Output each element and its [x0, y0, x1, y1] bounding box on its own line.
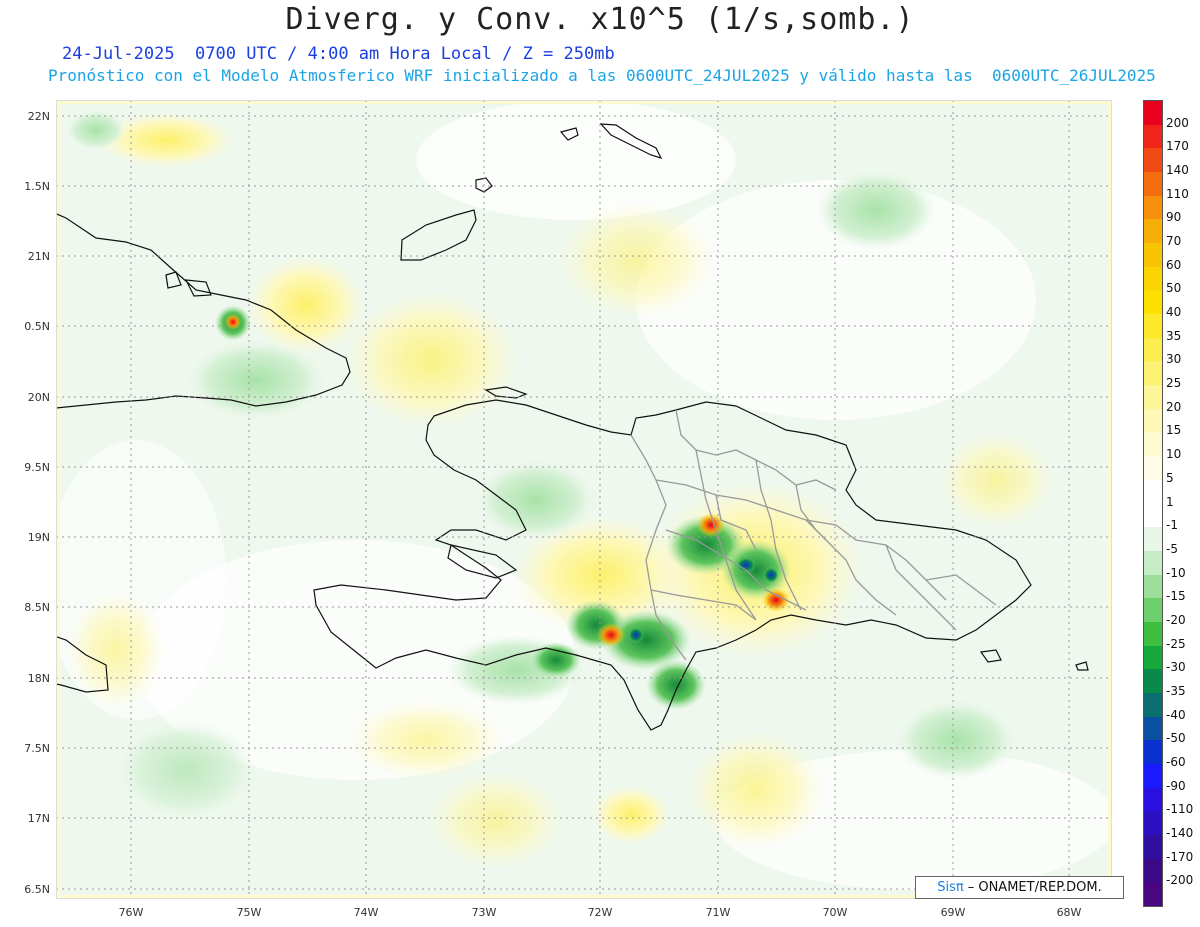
valid-time-subtitle: 24-Jul-2025 0700 UTC / 4:00 am Hora Loca… — [62, 44, 615, 64]
lat-label: 0.5N — [24, 320, 50, 333]
forecast-map — [56, 100, 1112, 899]
colorbar-segment — [1144, 621, 1162, 647]
colorbar-segment — [1144, 172, 1162, 197]
colorbar-label: 15 — [1166, 423, 1182, 438]
colorbar-label: 5 — [1166, 470, 1174, 485]
colorbar-label: -1 — [1166, 518, 1178, 533]
colorbar-segment — [1144, 503, 1162, 528]
credit-box: Sisπ – ONAMET/REP.DOM. — [915, 876, 1124, 899]
colorbar-segment — [1144, 408, 1162, 433]
lat-label: 8.5N — [24, 601, 50, 614]
colorbar-segment — [1144, 787, 1162, 812]
lat-label: 21N — [27, 250, 50, 263]
colorbar-segment — [1144, 337, 1162, 362]
lon-label: 75W — [236, 906, 262, 919]
colorbar-segment — [1144, 598, 1162, 623]
colorbar-segment — [1144, 124, 1162, 149]
lat-label: 19N — [27, 531, 50, 544]
colorbar-segment — [1144, 314, 1162, 339]
colorbar-segment — [1144, 101, 1162, 126]
colorbar-label: -35 — [1166, 683, 1186, 698]
colorbar-label: -30 — [1166, 660, 1186, 675]
colorbar-label: 40 — [1166, 305, 1182, 320]
model-subtitle: Pronóstico con el Modelo Atmosferico WRF… — [48, 66, 1156, 85]
colorbar-label: -5 — [1166, 541, 1178, 556]
lon-label: 72W — [587, 906, 613, 919]
lat-label: 17N — [27, 812, 50, 825]
colorbar-segment — [1144, 266, 1162, 291]
colorbar-segment — [1144, 456, 1162, 481]
colorbar-label: 170 — [1166, 139, 1189, 154]
colorbar-segment — [1144, 882, 1162, 907]
colorbar-label: -15 — [1166, 589, 1186, 604]
colorbar-segment — [1144, 361, 1162, 386]
lat-label: 18N — [27, 672, 50, 685]
colorbar-label: 1 — [1166, 494, 1174, 509]
colorbar-segment — [1144, 290, 1162, 315]
colorbar-segment — [1144, 148, 1162, 173]
colorbar-label: -110 — [1166, 802, 1194, 817]
lat-label: 6.5N — [24, 883, 50, 896]
colorbar-segment — [1144, 195, 1162, 220]
lat-label: 7.5N — [24, 742, 50, 755]
lat-label: 9.5N — [24, 461, 50, 474]
lon-label: 68W — [1056, 906, 1082, 919]
colorbar-segment — [1144, 834, 1162, 860]
lon-label: 70W — [822, 906, 848, 919]
colorbar-segment — [1144, 219, 1162, 244]
colorbar-segment — [1144, 811, 1162, 836]
colorbar-label: 200 — [1166, 115, 1189, 130]
lat-label: 22N — [27, 110, 50, 123]
colorbar-label: 90 — [1166, 210, 1182, 225]
lon-label: 69W — [940, 906, 966, 919]
colorbar-label: -60 — [1166, 754, 1186, 769]
colorbar-label: -170 — [1166, 849, 1194, 864]
colorbar-label: 140 — [1166, 163, 1189, 178]
colorbar-label: 20 — [1166, 399, 1182, 414]
colorbar-label: 25 — [1166, 376, 1182, 391]
colorbar-label: -10 — [1166, 565, 1186, 580]
colorbar-segment — [1144, 645, 1162, 670]
lat-label: 1.5N — [24, 180, 50, 193]
brand-logo-text: Sisπ — [937, 880, 964, 895]
colorbar-label: 30 — [1166, 352, 1182, 367]
lon-label: 74W — [353, 906, 379, 919]
colorbar-segment — [1144, 574, 1162, 599]
colorbar-segment — [1144, 740, 1162, 765]
lon-label: 73W — [471, 906, 497, 919]
colorbar-label: 70 — [1166, 234, 1182, 249]
colorbar-label: 110 — [1166, 186, 1189, 201]
colorbar-label: 60 — [1166, 257, 1182, 272]
colorbar-label: -25 — [1166, 636, 1186, 651]
colorbar-segment — [1144, 432, 1162, 457]
colorbar — [1143, 100, 1163, 907]
colorbar-segment — [1144, 716, 1162, 741]
chart-title: Diverg. y Conv. x10^5 (1/s,somb.) — [285, 2, 915, 37]
colorbar-label: -200 — [1166, 873, 1194, 888]
credit-text: – ONAMET/REP.DOM. — [967, 880, 1102, 895]
colorbar-segment — [1144, 669, 1162, 694]
colorbar-label: -20 — [1166, 612, 1186, 627]
colorbar-label: 50 — [1166, 281, 1182, 296]
colorbar-segment — [1144, 527, 1162, 552]
colorbar-label: 35 — [1166, 328, 1182, 343]
colorbar-segment — [1144, 243, 1162, 268]
lat-label: 20N — [27, 391, 50, 404]
colorbar-label: -90 — [1166, 778, 1186, 793]
lon-label: 76W — [118, 906, 144, 919]
colorbar-label: -140 — [1166, 825, 1194, 840]
colorbar-label: -50 — [1166, 731, 1186, 746]
colorbar-segment — [1144, 550, 1162, 576]
colorbar-segment — [1144, 479, 1162, 504]
colorbar-label: 10 — [1166, 447, 1182, 462]
map-canvas — [56, 100, 1112, 899]
colorbar-segment — [1144, 858, 1162, 883]
colorbar-segment — [1144, 385, 1162, 410]
lon-label: 71W — [705, 906, 731, 919]
colorbar-segment — [1144, 763, 1162, 789]
colorbar-segment — [1144, 692, 1162, 718]
colorbar-label: -40 — [1166, 707, 1186, 722]
